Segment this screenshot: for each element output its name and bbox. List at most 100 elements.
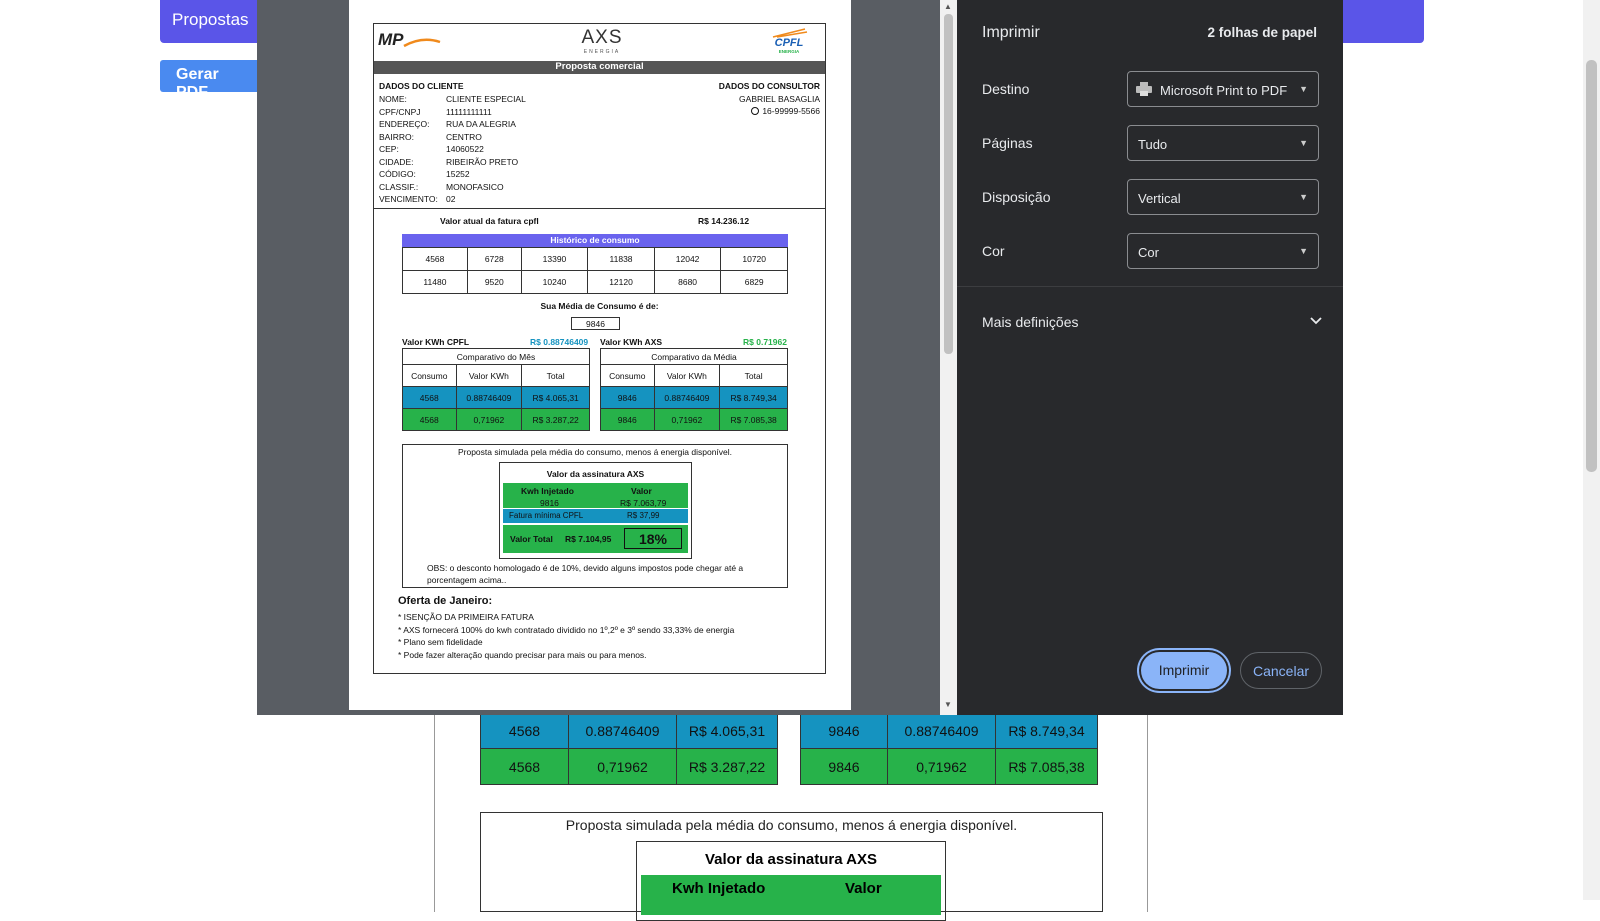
kwh-cpfl-label: Valor KWh CPFL [402,337,470,347]
valor-total-label: Valor Total [510,534,553,544]
chevron-down-icon: ▼ [1299,138,1308,148]
media-label: Sua Média de Consumo é de: [540,301,659,311]
comparativo-media-table: Comparativo da Média Consumo Valor KWh Tota… [600,348,788,431]
table-cell: 0,71962 [455,408,523,431]
preview-scrollbar-thumb[interactable] [944,14,953,354]
table-cell: 0,71962 [653,408,721,431]
table-row: Consumo Valor KWh Total [402,364,590,387]
table-cell: R$ 4.065,31 [521,386,590,409]
kwh-injetado-label: Kwh Injetado [521,486,574,496]
table-cell: 13390 [520,247,589,271]
scroll-up-icon[interactable]: ▲ [944,2,952,11]
table-row: 4568 0,71962 R$ 3.287,22 [402,408,590,431]
table-cell: 9846 [600,408,655,431]
kwh-axs-value: R$ 0.71962 [743,337,787,347]
preview-scrollbar[interactable]: ▲ ▼ [940,0,957,715]
print-settings-panel: Imprimir 2 folhas de papel Destino Micro… [957,0,1343,715]
chevron-down-icon: ▼ [1299,192,1308,202]
client-field-value: RIBEIRÃO PRETO [446,156,519,167]
bg-assinatura-title: Valor da assinatura AXS [704,851,878,868]
fatura-minima-label: Fatura mínima CPFL [509,511,584,520]
table-row: 9846 0,71962 R$ 7.085,38 [600,408,788,431]
client-field-row: BAIRRO: CENTRO [379,132,579,145]
client-field-row: CIDADE: RIBEIRÃO PRETO [379,157,579,170]
consultant-phone-row: 16-99999-5566 [751,106,820,116]
client-field-label: VENCIMENTO: [379,194,438,204]
axs-logo-text: AXS [581,27,623,48]
table-row: Comparativo da Média [600,348,788,365]
page-scrollbar-thumb[interactable] [1586,60,1597,472]
client-field-row: CÓDIGO: 15252 [379,169,579,182]
table-cell: 4568 [402,247,468,271]
table-cell: R$ 3.287,22 [676,748,778,785]
table-cell: 0,71962 [568,748,677,785]
table-header-cell: Total [521,364,590,387]
chevron-down-icon: ▼ [1299,84,1308,94]
client-field-value: RUA DA ALEGRIA [446,119,516,129]
print-title: Imprimir [982,24,1040,41]
client-field-row: NOME: CLIENTE ESPECIAL [379,94,579,107]
client-field-label: ENDEREÇO: [379,119,430,129]
assinatura-kwh-row: Kwh Injetado Valor 9816 R$ 7.063,79 [503,483,688,508]
cancel-button[interactable]: Cancelar [1240,652,1322,689]
client-fields: NOME: CLIENTE ESPECIAL CPF/CNPJ 11111111111… [379,94,579,207]
paginas-select[interactable]: Tudo ▼ [1127,125,1319,161]
more-settings-label: Mais definições [982,314,1079,330]
table-cell: 4568 [480,712,569,749]
page-scrollbar[interactable] [1583,0,1600,900]
oferta-item: * Plano sem fidelidade [398,637,483,647]
mp-logo: MP [378,30,448,52]
client-field-label: NOME: [379,94,407,104]
comparativo-mes-table: Comparativo do Mês Consumo Valor KWh Total 4… [402,348,590,431]
gerar-pdf-button[interactable]: Gerar PDF [160,60,270,101]
proposta-note: Proposta simulada pela média do consumo,… [457,447,733,457]
table-cell: 0.88746409 [887,712,996,749]
cor-select[interactable]: Cor ▼ [1127,233,1319,269]
cor-value: Cor [1138,245,1159,260]
consultant-phone: 16-99999-5566 [762,106,820,116]
scroll-down-icon[interactable]: ▼ [944,700,952,709]
client-field-value: 11111111111 [446,106,492,117]
table-cell: R$ 7.085,38 [995,748,1098,785]
table-header-cell: Total [719,364,788,387]
more-settings-toggle[interactable]: Mais definições [982,314,1322,330]
table-cell: 6829 [720,270,788,294]
table-cell: 12042 [653,247,722,271]
client-field-label: CÓDIGO: [379,169,416,179]
bg-comparativo-mes-table: 4568 0.88746409 R$ 4.065,31 4568 0,71962 R$ … [480,712,778,785]
valor-value: R$ 7.063,79 [620,498,667,508]
client-field-row: CEP: 14060522 [379,144,579,157]
fatura-value: R$ 14.236.12 [698,216,750,226]
bg-proposta-note: Proposta simulada pela média do consumo,… [565,817,1018,833]
disposicao-select[interactable]: Vertical ▼ [1127,179,1319,215]
oferta-item: * Pode fazer alteração quando precisar p… [398,649,647,660]
client-field-label: CLASSIF.: [379,181,419,192]
table-row: 9846 0,71962 R$ 7.085,38 [800,748,1098,785]
printer-icon [1136,82,1152,96]
cpfl-logo-text: CPFL [774,37,804,49]
table-row: Comparativo do Mês [402,348,590,365]
table-header-cell: Valor KWh [455,364,523,387]
client-field-label: CPF/CNPJ [379,106,421,117]
media-value: 9846 [571,317,620,330]
kwh-injetado-value: 9816 [540,498,559,508]
proposta-box: Proposta simulada pela média do consumo,… [402,444,788,588]
client-title: DADOS DO CLIENTE [379,81,464,91]
destino-select[interactable]: Microsoft Print to PDF ▼ [1127,71,1319,107]
mp-logo-text: MP [378,30,404,49]
table-cell: 0.88746409 [568,712,677,749]
fatura-minima-value: R$ 37,99 [627,511,660,520]
historico-table: 4568 6728 13390 11838 12042 10720 11480 9520 102… [402,247,788,294]
sheet-count: 2 folhas de papel [1207,25,1317,40]
whatsapp-icon [751,107,760,115]
historico-title: Histórico de consumo [402,234,788,247]
print-button[interactable]: Imprimir [1141,652,1227,689]
assinatura-title: Valor da assinatura AXS [546,469,645,479]
table-row: 11480 9520 10240 12120 8680 6829 [402,270,788,294]
bg-assinatura-header: Kwh Injetado Valor [641,875,941,915]
table-cell: 10240 [520,270,589,294]
client-field-row: ENDEREÇO: RUA DA ALEGRIA [379,119,579,132]
comparativo-title: Comparativo do Mês [402,348,590,365]
destino-label: Destino [982,81,1030,97]
table-cell: R$ 4.065,31 [676,712,778,749]
